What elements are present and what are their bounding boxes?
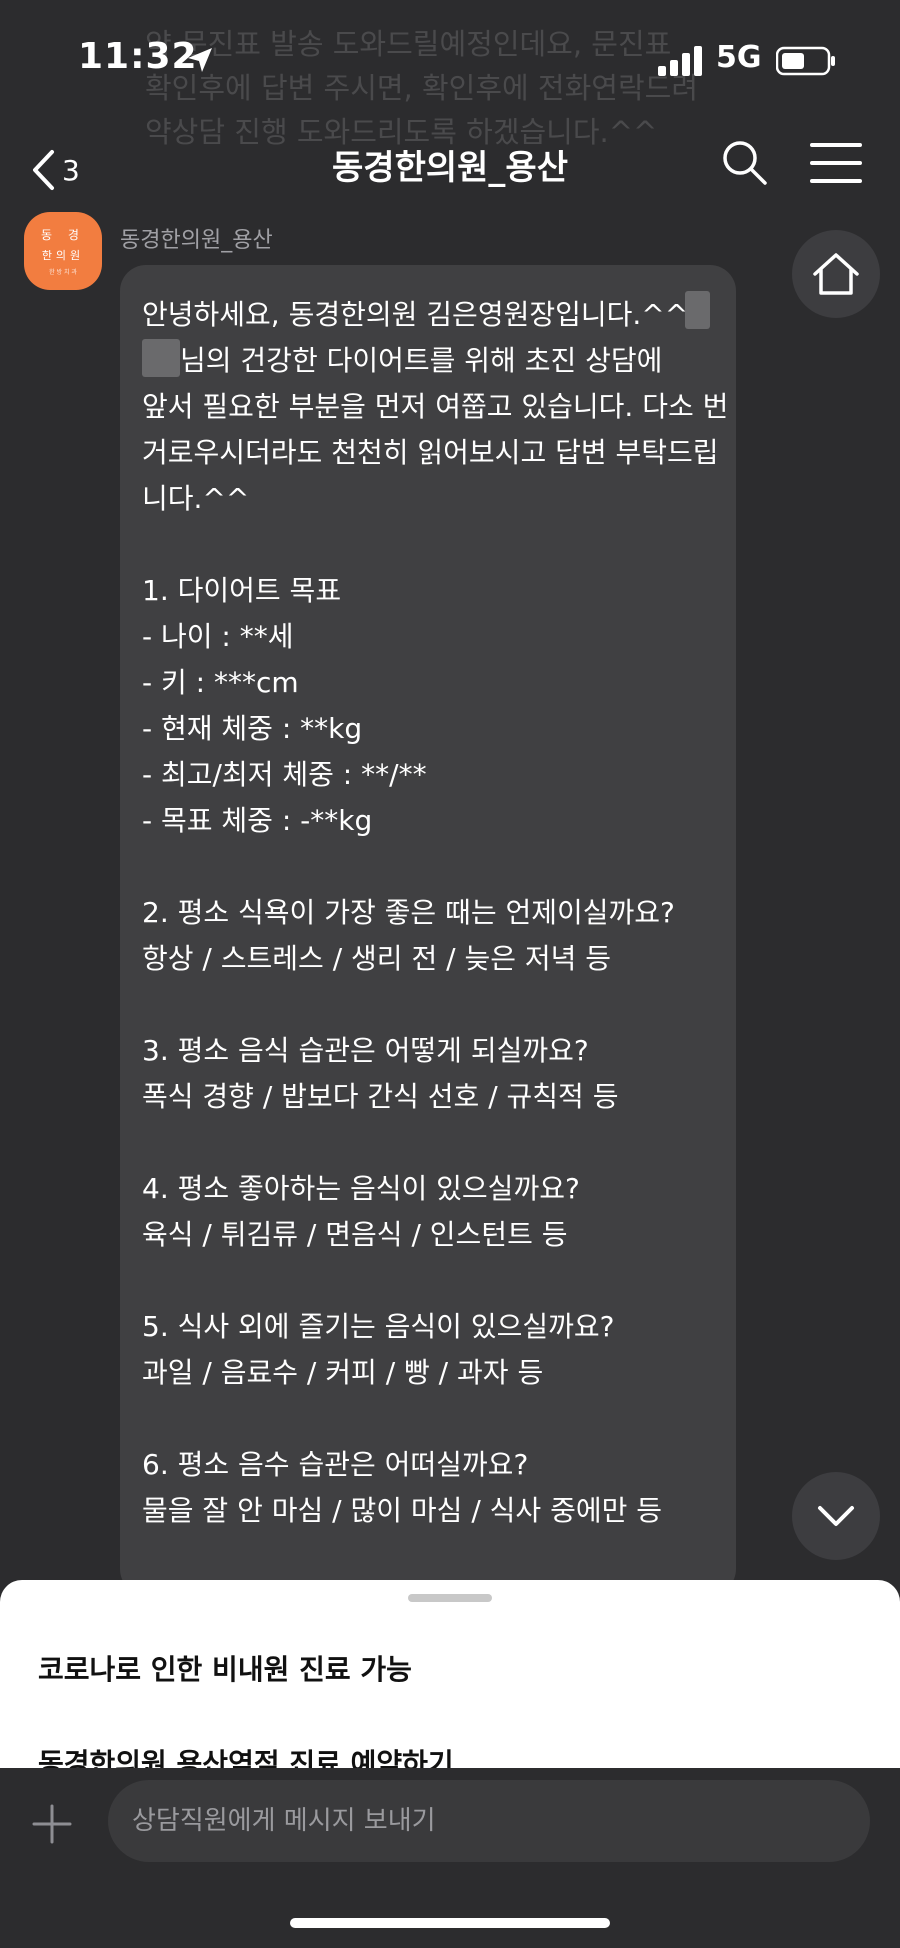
message-line: 5. 식사 외에 즐기는 음식이 있으실까요?	[142, 1310, 615, 1343]
message-line: 6. 평소 음수 습관은 어떠실까요?	[142, 1448, 529, 1481]
plus-icon[interactable]	[32, 1804, 72, 1844]
message-line: 1. 다이어트 목표	[142, 574, 342, 607]
message-line: - 나이 : **세	[142, 620, 294, 653]
message-line: 항상 / 스트레스 / 생리 전 / 늦은 저녁 등	[142, 942, 612, 975]
message-line: - 키 : ***cm	[142, 666, 299, 699]
message-line: 과일 / 음료수 / 커피 / 빵 / 과자 등	[142, 1356, 544, 1389]
home-indicator[interactable]	[290, 1918, 610, 1928]
sheet-drag-handle[interactable]	[408, 1594, 492, 1602]
message-line: 3. 평소 음식 습관은 어떻게 되실까요?	[142, 1034, 589, 1067]
status-bar: 약 문진표 발송 도와드릴예정인데요, 문진표 확인후에 답변 주시면, 확인후…	[0, 0, 900, 149]
avatar-text-line3: 한 방 치 과	[49, 269, 77, 276]
message-composer	[0, 1768, 900, 1948]
chevron-down-icon	[818, 1506, 854, 1526]
hamburger-menu-icon[interactable]	[808, 140, 864, 186]
search-icon[interactable]	[720, 138, 768, 186]
home-button[interactable]	[792, 230, 880, 318]
message-line: 거로우시더라도 천천히 읽어보시고 답변 부탁드립	[142, 436, 719, 469]
redacted-name	[142, 339, 180, 377]
message-line: 안녕하세요, 동경한의원 김은영원장입니다.^^	[142, 298, 689, 331]
home-icon	[813, 253, 859, 295]
message-line: 앞서 필요한 부분을 먼저 여쭙고 있습니다. 다소 번	[142, 390, 729, 423]
message-line: - 최고/최저 체중 : **/**	[142, 758, 427, 791]
status-time: 11:32	[78, 36, 198, 77]
sender-name: 동경한의원_용산	[120, 228, 273, 253]
signal-bars-icon	[658, 46, 702, 76]
redacted-name	[685, 291, 710, 329]
message-line: 님의 건강한 다이어트를 위해 초진 상담에	[180, 344, 663, 377]
battery-icon	[776, 46, 835, 76]
sender-avatar[interactable]: 동 경 한의원 한 방 치 과	[24, 212, 102, 290]
message-line: - 목표 체중 : -**kg	[142, 804, 373, 837]
message-line: 니다.^^	[142, 482, 250, 515]
avatar-text-line2: 한의원	[41, 249, 85, 262]
message-line: 폭식 경향 / 밥보다 간식 선호 / 규칙적 등	[142, 1080, 619, 1113]
network-type: 5G	[716, 40, 762, 75]
message-line: 4. 평소 좋아하는 음식이 있으실까요?	[142, 1172, 580, 1205]
scroll-down-button[interactable]	[792, 1472, 880, 1560]
message-line: 물을 잘 안 마심 / 많이 마심 / 식사 중에만 등	[142, 1494, 663, 1527]
message-line: 2. 평소 식욕이 가장 좋은 때는 언제이실까요?	[142, 896, 675, 929]
avatar-text-line1: 동 경	[41, 228, 85, 242]
message-line: 육식 / 튀김류 / 면음식 / 인스턴트 등	[142, 1218, 568, 1251]
message-bubble[interactable]: 안녕하세요, 동경한의원 김은영원장입니다.^^ 님의 건강한 다이어트를 위해…	[120, 265, 736, 1595]
message-input[interactable]	[108, 1780, 870, 1862]
chat-header: 3 동경한의원_용산	[0, 120, 900, 220]
message-line: - 현재 체중 : **kg	[142, 712, 363, 745]
location-arrow-icon	[188, 48, 212, 72]
quick-reply-item[interactable]: 코로나로 인한 비내원 진료 가능	[38, 1648, 412, 1688]
